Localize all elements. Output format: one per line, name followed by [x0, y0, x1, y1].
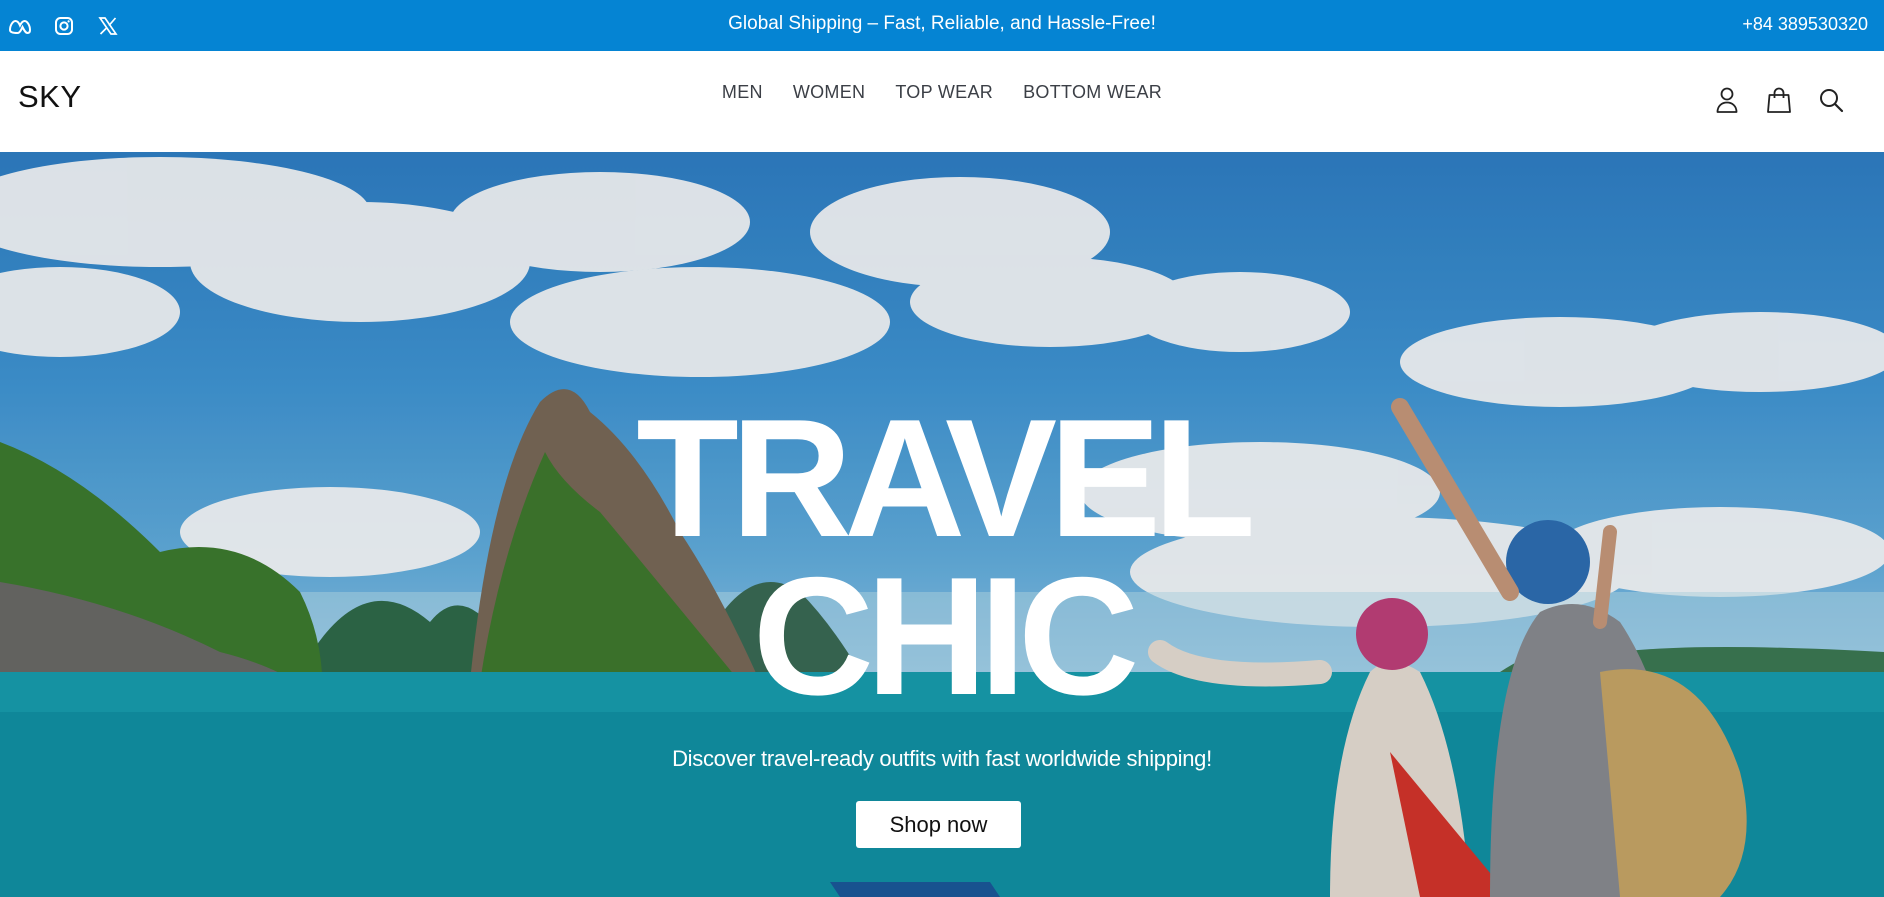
- main-nav: MEN WOMEN TOP WEAR BOTTOM WEAR: [0, 82, 1884, 103]
- announcement-text: Global Shipping – Fast, Reliable, and Ha…: [728, 13, 1156, 34]
- phone-number[interactable]: +84 389530320: [1742, 0, 1868, 51]
- nav-item-women[interactable]: WOMEN: [793, 82, 866, 103]
- shopping-bag-icon[interactable]: [1766, 85, 1792, 115]
- header-actions: [1714, 85, 1844, 115]
- meta-icon[interactable]: [8, 14, 32, 38]
- social-links: [8, 0, 120, 51]
- x-icon[interactable]: [96, 14, 120, 38]
- hero-title-line1: TRAVEL: [636, 384, 1256, 572]
- announcement-bar: Global Shipping – Fast, Reliable, and Ha…: [0, 0, 1884, 51]
- hero-title: TRAVEL CHIC: [0, 384, 1884, 730]
- user-icon[interactable]: [1714, 85, 1740, 115]
- hero-banner: TRAVEL CHIC Discover travel-ready outfit…: [0, 152, 1884, 897]
- site-header: SKY MEN WOMEN TOP WEAR BOTTOM WEAR: [0, 51, 1884, 152]
- nav-item-top-wear[interactable]: TOP WEAR: [895, 82, 993, 103]
- shop-now-button[interactable]: Shop now: [856, 801, 1021, 848]
- instagram-icon[interactable]: [52, 14, 76, 38]
- nav-item-bottom-wear[interactable]: BOTTOM WEAR: [1023, 82, 1162, 103]
- hero-subtitle: Discover travel-ready outfits with fast …: [672, 746, 1212, 771]
- search-icon[interactable]: [1818, 85, 1844, 115]
- nav-item-men[interactable]: MEN: [722, 82, 763, 103]
- hero-title-line2: CHIC: [752, 542, 1140, 730]
